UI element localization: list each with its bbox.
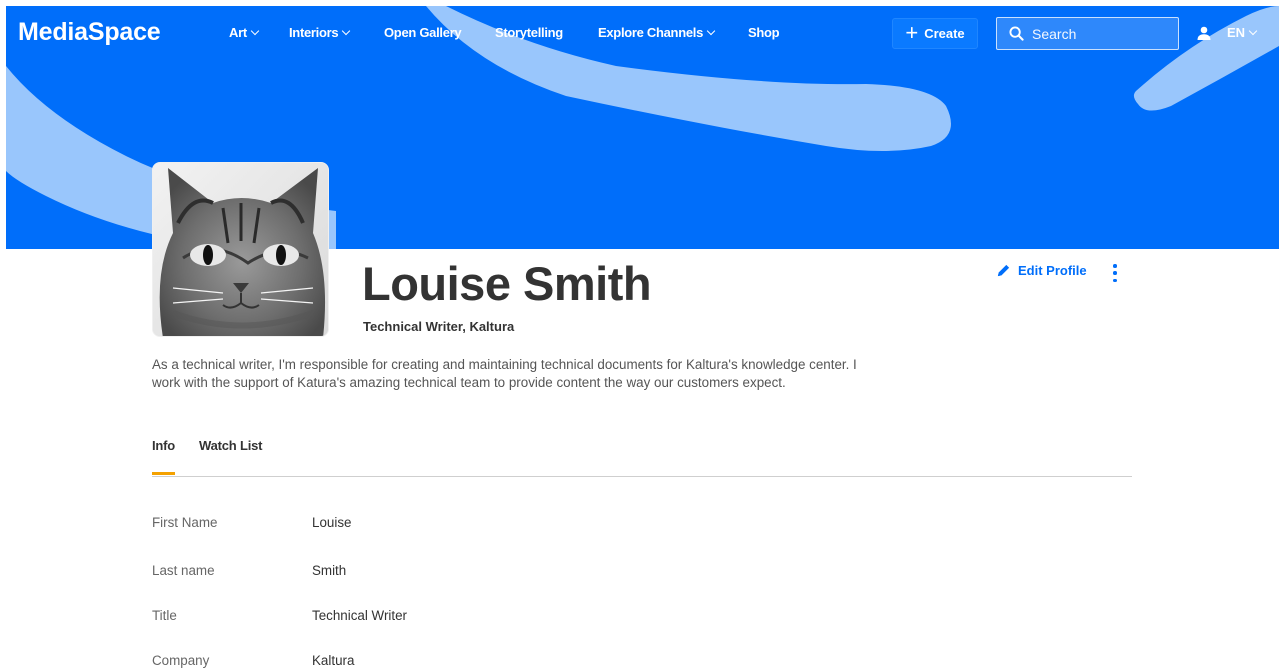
nav-item-open-gallery[interactable]: Open Gallery — [384, 25, 462, 40]
site-logo[interactable]: MediaSpace — [18, 18, 161, 47]
search-box[interactable] — [996, 17, 1179, 50]
nav-item-shop[interactable]: Shop — [748, 25, 780, 40]
more-options-icon[interactable] — [1110, 264, 1120, 282]
profile-name: Louise Smith — [362, 257, 652, 310]
nav-item-label: Interiors — [289, 25, 339, 40]
tab-info[interactable]: Info — [152, 438, 175, 475]
info-value: Louise — [312, 515, 352, 530]
profile-avatar — [152, 162, 329, 337]
edit-profile-label: Edit Profile — [1018, 263, 1087, 278]
info-row-company: Company Kaltura — [152, 653, 354, 668]
info-value: Smith — [312, 563, 347, 578]
nav-item-interiors[interactable]: Interiors — [289, 25, 351, 40]
info-row-last-name: Last name Smith — [152, 563, 346, 578]
tab-watch-list[interactable]: Watch List — [199, 438, 262, 453]
chevron-down-icon — [250, 26, 260, 36]
nav-item-storytelling[interactable]: Storytelling — [495, 25, 563, 40]
top-navigation: MediaSpace Art Interiors Open Gallery St… — [6, 6, 1279, 61]
nav-item-label: Open Gallery — [384, 25, 462, 40]
edit-profile-button[interactable]: Edit Profile — [996, 263, 1087, 278]
nav-item-explore-channels[interactable]: Explore Channels — [598, 25, 716, 40]
info-label: Company — [152, 653, 210, 668]
info-row-first-name: First Name Louise — [152, 515, 351, 530]
plus-icon: + — [905, 19, 919, 45]
language-selector[interactable]: EN — [1227, 25, 1258, 40]
chevron-down-icon — [342, 26, 351, 36]
profile-subtitle: Technical Writer, Kaltura — [363, 319, 515, 334]
nav-item-label: Explore Channels — [598, 25, 704, 40]
user-icon[interactable] — [1197, 26, 1211, 40]
nav-item-label: Storytelling — [495, 25, 563, 40]
nav-item-label: Art — [229, 25, 247, 40]
search-input[interactable] — [1032, 25, 1172, 42]
info-row-title: Title Technical Writer — [152, 608, 407, 623]
chevron-down-icon — [1248, 26, 1258, 36]
chevron-down-icon — [706, 26, 716, 36]
nav-item-art[interactable]: Art — [229, 25, 260, 40]
create-button-label: Create — [924, 26, 965, 41]
create-button[interactable]: + Create — [892, 18, 978, 49]
pencil-icon — [997, 264, 1010, 277]
cat-photo-icon — [153, 163, 328, 336]
search-icon — [1009, 26, 1024, 41]
info-label: First Name — [152, 515, 218, 530]
info-value: Kaltura — [312, 653, 355, 668]
nav-item-label: Shop — [748, 25, 780, 40]
profile-tabs: Info Watch List — [152, 438, 262, 475]
profile-bio: As a technical writer, I'm responsible f… — [152, 357, 857, 390]
info-label: Title — [152, 608, 177, 623]
language-label: EN — [1227, 25, 1246, 40]
info-value: Technical Writer — [312, 608, 408, 623]
tabs-divider — [152, 476, 1132, 477]
info-label: Last name — [152, 563, 215, 578]
